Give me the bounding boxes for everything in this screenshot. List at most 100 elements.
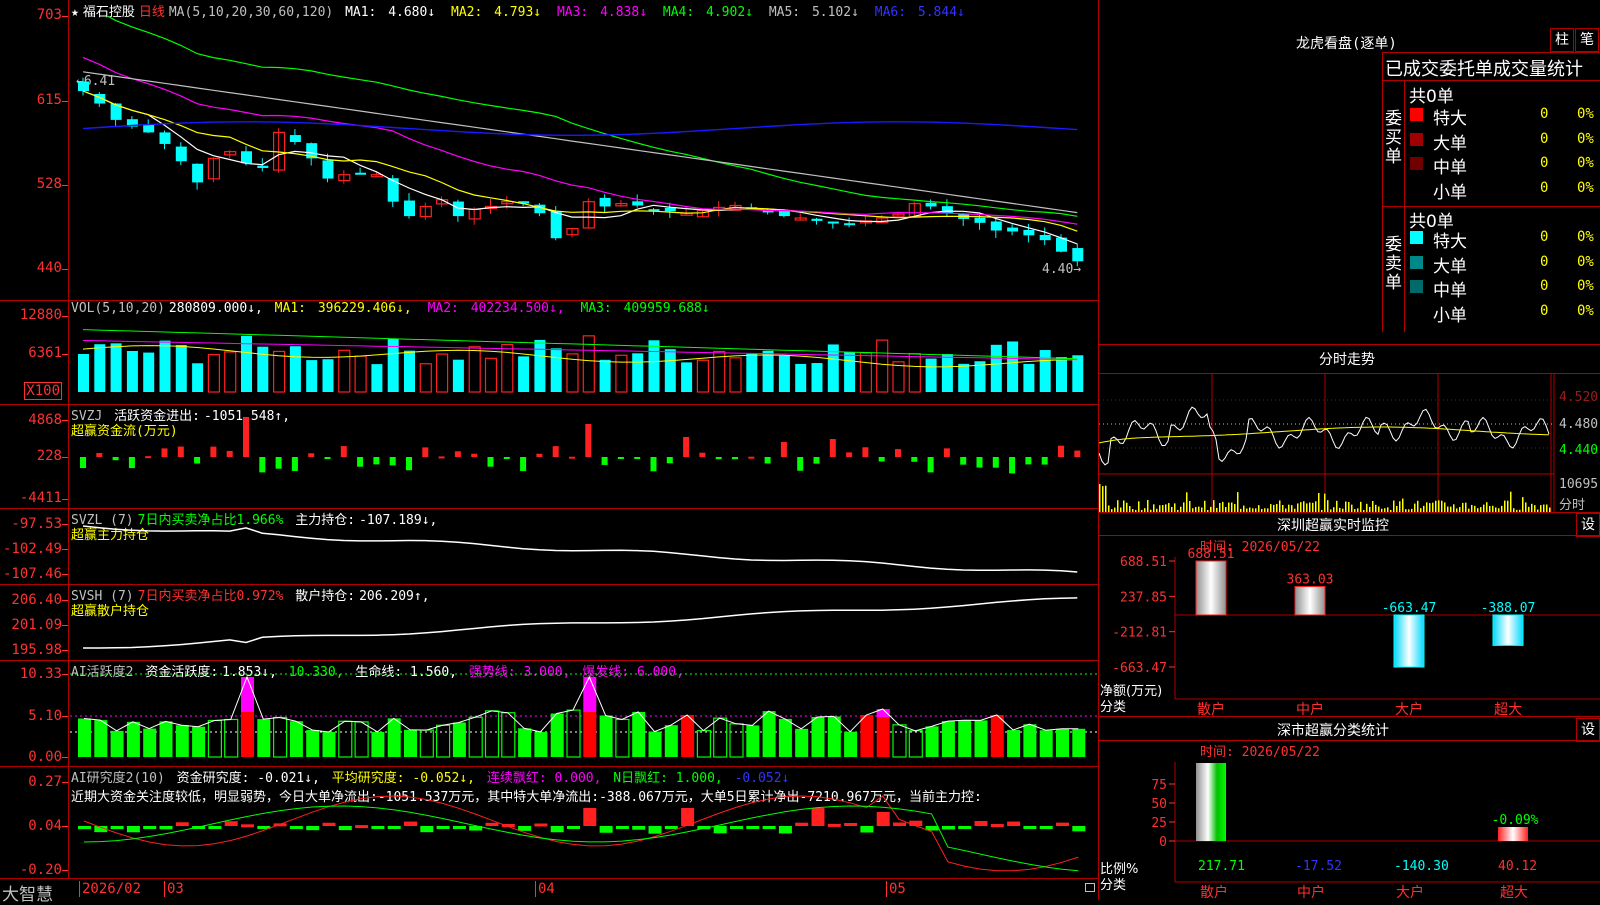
ma1-line xyxy=(82,90,1078,245)
flow-bar xyxy=(813,457,820,464)
volume-bar xyxy=(468,346,481,393)
volume-bar xyxy=(78,354,89,392)
flow-bar xyxy=(454,451,461,457)
sz-monitor-panel[interactable]: 深圳超赢实时监控 设 时间: 2026/05/22 688.51 237.85 -2… xyxy=(1099,513,1600,717)
svzj-panel[interactable]: 4868 228 -4411 SVZJ 活跃资金进出: -1051.548↑, 超… xyxy=(0,404,1098,509)
activity-bar xyxy=(664,725,678,757)
retail-position-line xyxy=(83,597,1078,649)
candle-body xyxy=(257,165,269,168)
lock-icon[interactable] xyxy=(1085,883,1095,892)
sz-class-panel[interactable]: 深市超赢分类统计 设 时间: 2026/05/22 75 50 25 0 -0.09% 2… xyxy=(1099,718,1600,900)
activity-bar xyxy=(241,677,254,712)
flow-bar xyxy=(520,457,527,472)
research-bar xyxy=(159,826,173,830)
activity-bar xyxy=(110,730,124,757)
activity-bar xyxy=(1023,724,1037,757)
date-axis: 大智慧 2026/02 03 04 05 xyxy=(0,879,1098,905)
order-row: 小单 0 0% xyxy=(1099,178,1600,203)
price-axis: 703 615 528 440 xyxy=(0,0,69,300)
activity-line xyxy=(83,675,1079,733)
volume-bar xyxy=(224,351,237,393)
activity-bar xyxy=(354,721,369,758)
research-bar xyxy=(567,826,580,829)
activity-bar xyxy=(746,725,760,757)
volume-bar xyxy=(892,361,905,393)
activity-bar xyxy=(860,715,874,757)
volume-bar xyxy=(811,363,823,392)
pen-mode-button[interactable]: 笔 xyxy=(1575,28,1599,52)
category-label: 分类 xyxy=(1100,700,1127,715)
ai-research-chart[interactable] xyxy=(70,766,1098,878)
flow-bar xyxy=(406,457,412,471)
sz-monitor-chart[interactable]: 688.51 237.85 -212.81 -663.47 688.51 散户 363.03… xyxy=(1099,513,1600,717)
order-count: 0 xyxy=(1540,130,1549,147)
activity-bar xyxy=(762,711,776,757)
order-color-swatch xyxy=(1410,108,1423,121)
candle-body xyxy=(550,211,562,239)
intraday-chart[interactable] xyxy=(1099,373,1600,513)
flow-bar xyxy=(976,457,983,468)
order-name: 特大 xyxy=(1433,109,1467,129)
volume-bar xyxy=(1023,363,1035,392)
sz-class-chart[interactable]: 75 50 25 0 -0.09% 217.71 散户 -17.52 中户 -140.30 大户 40… xyxy=(1099,718,1600,900)
intraday-vol-bar xyxy=(1510,491,1512,513)
research-bar xyxy=(175,822,189,826)
volume-bar xyxy=(941,354,953,392)
flow-bar xyxy=(357,457,364,467)
ai-activity-chart[interactable] xyxy=(70,660,1098,766)
bar-mode-button[interactable]: 柱 xyxy=(1550,28,1574,52)
class-category-label: 大户 xyxy=(1396,884,1424,900)
ma5-line xyxy=(82,71,1078,214)
candlestick-chart[interactable] xyxy=(70,16,1098,296)
activity-bar xyxy=(566,709,581,758)
volume-bar xyxy=(958,363,970,392)
intraday-vol-bar xyxy=(1186,492,1188,513)
candle-body xyxy=(1007,227,1019,232)
svsh-panel[interactable]: 206.40 201.09 195.98 SVSH (7) 7日内买卖净占比0.9… xyxy=(0,584,1098,661)
intraday-vol-bar xyxy=(1402,498,1404,513)
research-bar xyxy=(404,821,417,826)
svzl-chart[interactable] xyxy=(70,508,1098,584)
flow-bar xyxy=(927,457,934,473)
activity-bar xyxy=(94,720,108,757)
flow-bar xyxy=(764,457,771,464)
order-color-swatch xyxy=(1410,304,1423,318)
research-bar xyxy=(143,826,157,829)
svzl-panel[interactable]: -97.53 -102.49 -107.46 SVZL (7) 7日内买卖净占比1… xyxy=(0,508,1098,585)
svsh-chart[interactable] xyxy=(70,584,1098,660)
monitor-ylabel: 688.51 xyxy=(1120,555,1167,570)
flow-bar xyxy=(194,457,201,464)
price-ylabel: 528 xyxy=(36,176,62,192)
activity-bar xyxy=(615,718,630,758)
volume-chart[interactable] xyxy=(70,314,1098,404)
activity-bar xyxy=(583,677,597,712)
research-bar xyxy=(1023,826,1037,829)
intraday-ylabel: 4.520 xyxy=(1559,390,1599,405)
volume-panel[interactable]: 12880 6361 X100 VOL(5,10,20) 280809.000↓,… xyxy=(0,300,1098,405)
price-ylabel: 440 xyxy=(36,260,62,276)
intraday-panel[interactable]: 分时走势 4.520 4.480 4.440 10695 分时 xyxy=(1099,345,1600,513)
volume-bar xyxy=(159,340,171,392)
volume-bar xyxy=(501,343,514,393)
class-ylabel: 50 xyxy=(1151,797,1167,812)
activity-bar xyxy=(974,720,988,757)
ai-research-panel[interactable]: 0.27 0.04 -0.20 AI研究度2(10) 资金研究度: -0.021… xyxy=(0,766,1098,879)
order-row: 大单 0 0% xyxy=(1099,129,1600,154)
order-color-swatch xyxy=(1410,231,1423,244)
research-bar xyxy=(778,826,792,834)
order-pct: 0% xyxy=(1577,302,1594,319)
candle-body xyxy=(599,197,611,207)
svzj-chart[interactable] xyxy=(70,404,1098,508)
flow-bar xyxy=(650,457,657,472)
price-panel[interactable]: 703 615 528 440 ★ 福石控股 日线 MA(5,10,20,30,60,… xyxy=(0,0,1098,301)
candle-body xyxy=(844,223,856,226)
research-bar xyxy=(615,826,629,829)
activity-bar xyxy=(175,725,189,757)
candle-body xyxy=(241,151,252,164)
flow-bar xyxy=(829,439,836,457)
order-row: 中单 0 0% xyxy=(1099,276,1600,301)
activity-bar xyxy=(925,726,939,757)
activity-bar xyxy=(1056,728,1069,757)
order-count: 0 xyxy=(1540,278,1549,294)
ai-activity-panel[interactable]: 10.33 5.10 0.00 AI活跃度2 资金活跃度: 1.853↓, 10.… xyxy=(0,660,1098,767)
